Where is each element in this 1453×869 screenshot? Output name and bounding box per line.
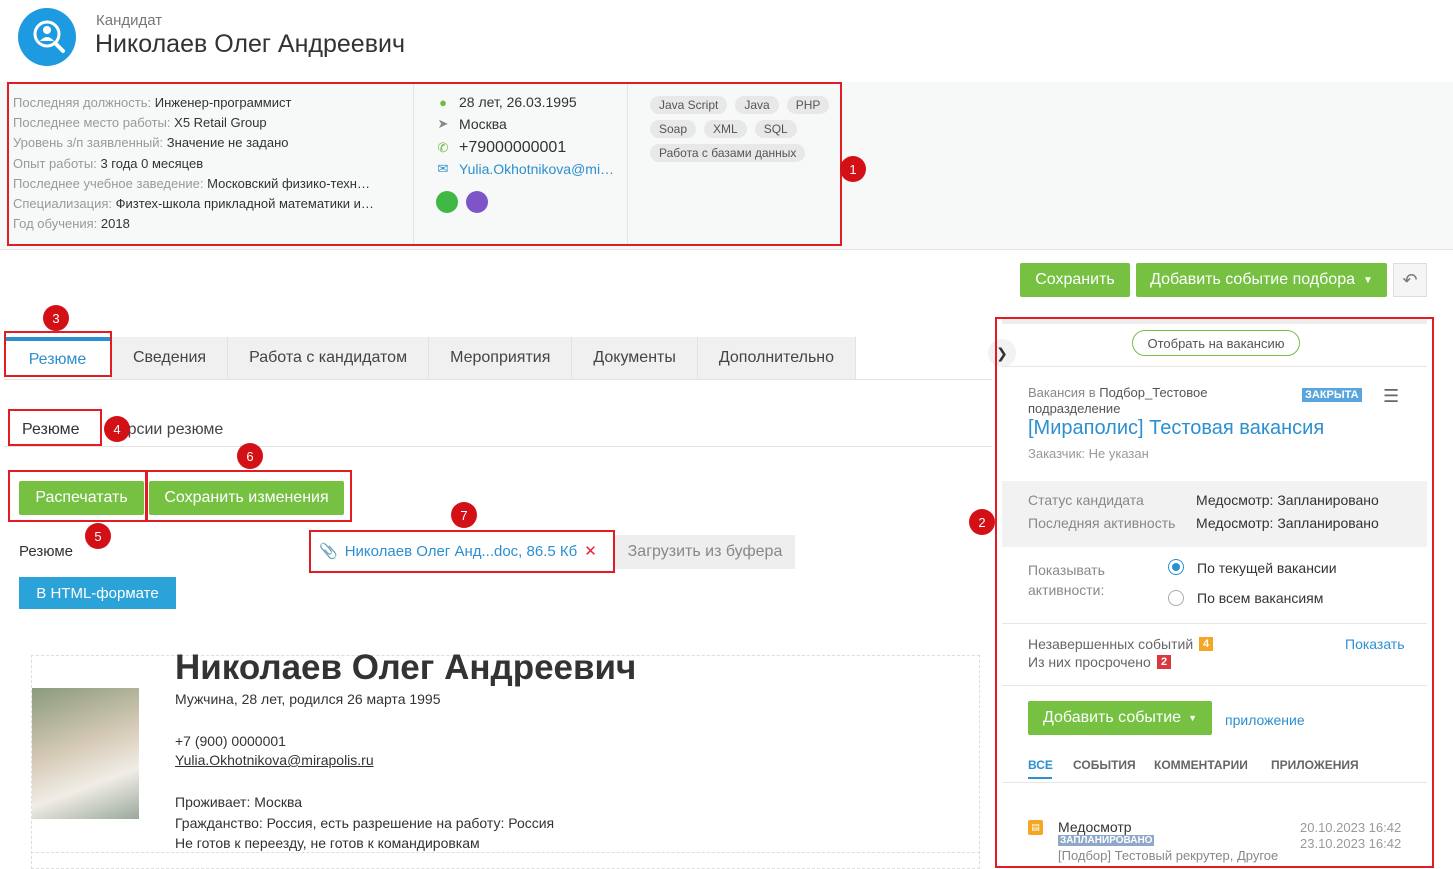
marker-1: 1 — [840, 156, 866, 182]
marker-7: 7 — [451, 502, 477, 528]
tab-events[interactable]: Мероприятия — [429, 337, 573, 379]
resume-label: Резюме — [19, 543, 73, 560]
candidate-photo — [32, 688, 139, 819]
back-button[interactable]: ↶ — [1393, 263, 1427, 297]
tab-details[interactable]: Сведения — [112, 337, 229, 379]
page-kind: Кандидат — [96, 12, 163, 29]
annotation-box-3 — [4, 331, 112, 377]
undo-icon: ↶ — [1402, 269, 1418, 290]
paste-from-clipboard-button[interactable]: Загрузить из буфера — [615, 535, 795, 569]
marker-3: 3 — [43, 305, 69, 331]
main-tabs: Резюме Сведения Работа с кандидатом Меро… — [4, 337, 857, 379]
tab-documents[interactable]: Документы — [572, 337, 698, 379]
app-logo — [18, 8, 76, 66]
divider — [31, 852, 980, 853]
candidate-search-icon — [33, 20, 65, 53]
resume-phone: +7 (900) 0000001 — [175, 733, 286, 749]
resume-relocation: Не готов к переезду, не готов к командир… — [175, 835, 480, 851]
tab-additional[interactable]: Дополнительно — [697, 337, 857, 379]
annotation-box-5 — [8, 470, 147, 522]
marker-6: 6 — [237, 443, 263, 469]
annotation-box-6 — [146, 470, 352, 522]
resume-meta: Мужчина, 28 лет, родился 26 марта 1995 — [175, 691, 441, 707]
annotation-box-4 — [8, 409, 102, 446]
resume-name: Николаев Олег Андреевич — [175, 648, 637, 687]
annotation-box-7 — [309, 530, 615, 573]
marker-2: 2 — [969, 509, 995, 535]
caret-down-icon: ▼ — [1363, 274, 1373, 286]
divider — [4, 446, 992, 447]
annotation-box-2 — [995, 317, 1434, 868]
tab-candidate-work[interactable]: Работа с кандидатом — [228, 337, 430, 379]
annotation-box-1 — [7, 82, 842, 246]
add-recruitment-event-button[interactable]: Добавить событие подбора ▼ — [1136, 263, 1387, 297]
divider — [4, 379, 992, 380]
save-button[interactable]: Сохранить — [1020, 263, 1130, 297]
html-format-button[interactable]: В HTML-формате — [19, 577, 176, 609]
marker-5: 5 — [85, 523, 111, 549]
resume-citizenship: Гражданство: Россия, есть разрешение на … — [175, 815, 555, 831]
resume-email[interactable]: Yulia.Okhotnikova@mirapolis.ru — [175, 752, 374, 768]
page-title: Николаев Олег Андреевич — [95, 30, 405, 58]
resume-city: Проживает: Москва — [175, 794, 303, 810]
marker-4: 4 — [104, 416, 130, 442]
